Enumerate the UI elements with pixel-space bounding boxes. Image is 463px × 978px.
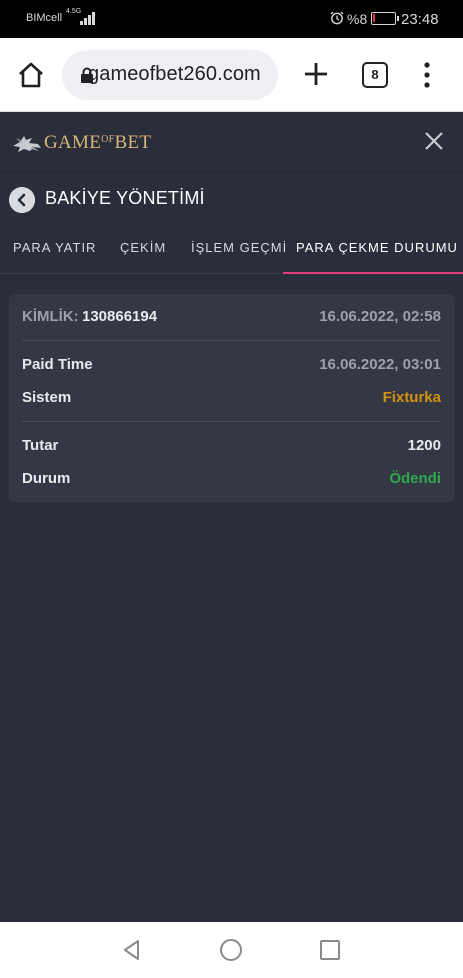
tab-cekim[interactable]: ÇEKİM bbox=[120, 240, 166, 255]
active-tab-indicator bbox=[283, 272, 463, 274]
home-icon[interactable] bbox=[16, 60, 46, 90]
system-nav-bar bbox=[0, 922, 463, 978]
more-vert-icon[interactable] bbox=[420, 60, 434, 90]
page-title-row: BAKİYE YÖNETİMİ bbox=[0, 176, 463, 220]
battery-level-fill bbox=[373, 14, 375, 22]
tab-para-yatir[interactable]: PARA YATIR bbox=[13, 240, 96, 255]
tab-para-cekme-durumu[interactable]: PARA ÇEKME DURUMU bbox=[296, 240, 458, 255]
carrier-name: BIMcell bbox=[26, 12, 63, 24]
network-type: 4.5G bbox=[66, 8, 82, 15]
battery-percent: %8 bbox=[347, 11, 368, 27]
divider bbox=[22, 421, 441, 422]
browser-toolbar: gameofbet260.com 8 bbox=[0, 38, 463, 112]
chevron-left-icon[interactable] bbox=[9, 187, 35, 213]
amount-label: Tutar bbox=[22, 437, 59, 454]
nav-home-icon[interactable] bbox=[220, 939, 242, 961]
amount-value: 1200 bbox=[407, 437, 441, 454]
nav-recents-icon[interactable] bbox=[320, 940, 340, 960]
address-bar[interactable]: gameofbet260.com bbox=[62, 50, 278, 100]
logo-text: GAMEOFBET bbox=[44, 132, 152, 153]
wolf-logo-icon bbox=[13, 136, 41, 152]
system-value: Fixturka bbox=[382, 389, 441, 406]
gameofbet-logo[interactable]: GAMEOFBET bbox=[12, 130, 151, 156]
status-value: Ödendi bbox=[389, 470, 441, 487]
paid-time-label: Paid Time bbox=[22, 356, 93, 373]
status-bar: BIMcell 4.5G %8 23:48 bbox=[0, 0, 463, 38]
close-icon[interactable] bbox=[422, 129, 446, 153]
divider bbox=[22, 340, 441, 341]
url-text: gameofbet260.com bbox=[88, 63, 261, 85]
tab-switcher-button[interactable]: 8 bbox=[362, 62, 388, 88]
clock: 23:48 bbox=[401, 11, 439, 28]
battery-icon bbox=[371, 12, 399, 25]
status-label: Durum bbox=[22, 470, 71, 487]
nav-back-icon[interactable] bbox=[121, 939, 143, 961]
tab-islem-gecmi[interactable]: İŞLEM GEÇMİ bbox=[191, 240, 287, 255]
page-title: BAKİYE YÖNETİMİ bbox=[45, 188, 205, 208]
signal-icon bbox=[80, 12, 95, 25]
id-label: KİMLİK: bbox=[22, 308, 79, 325]
screen: BIMcell 4.5G %8 23:48 gameofbet260.com 8… bbox=[0, 0, 463, 978]
tab-bar: PARA YATIR ÇEKİM İŞLEM GEÇMİ PARA ÇEKME … bbox=[0, 226, 463, 274]
system-label: Sistem bbox=[22, 389, 72, 406]
alarm-icon bbox=[330, 11, 344, 25]
paid-time-value: 16.06.2022, 03:01 bbox=[319, 356, 441, 373]
created-at: 16.06.2022, 02:58 bbox=[319, 308, 441, 325]
id-value: 130866194 bbox=[82, 308, 158, 325]
app-header: GAMEOFBET bbox=[0, 112, 463, 172]
new-tab-plus-icon[interactable] bbox=[302, 60, 330, 88]
withdrawal-status-card: KİMLİK: 130866194 16.06.2022, 02:58 Paid… bbox=[9, 294, 454, 502]
